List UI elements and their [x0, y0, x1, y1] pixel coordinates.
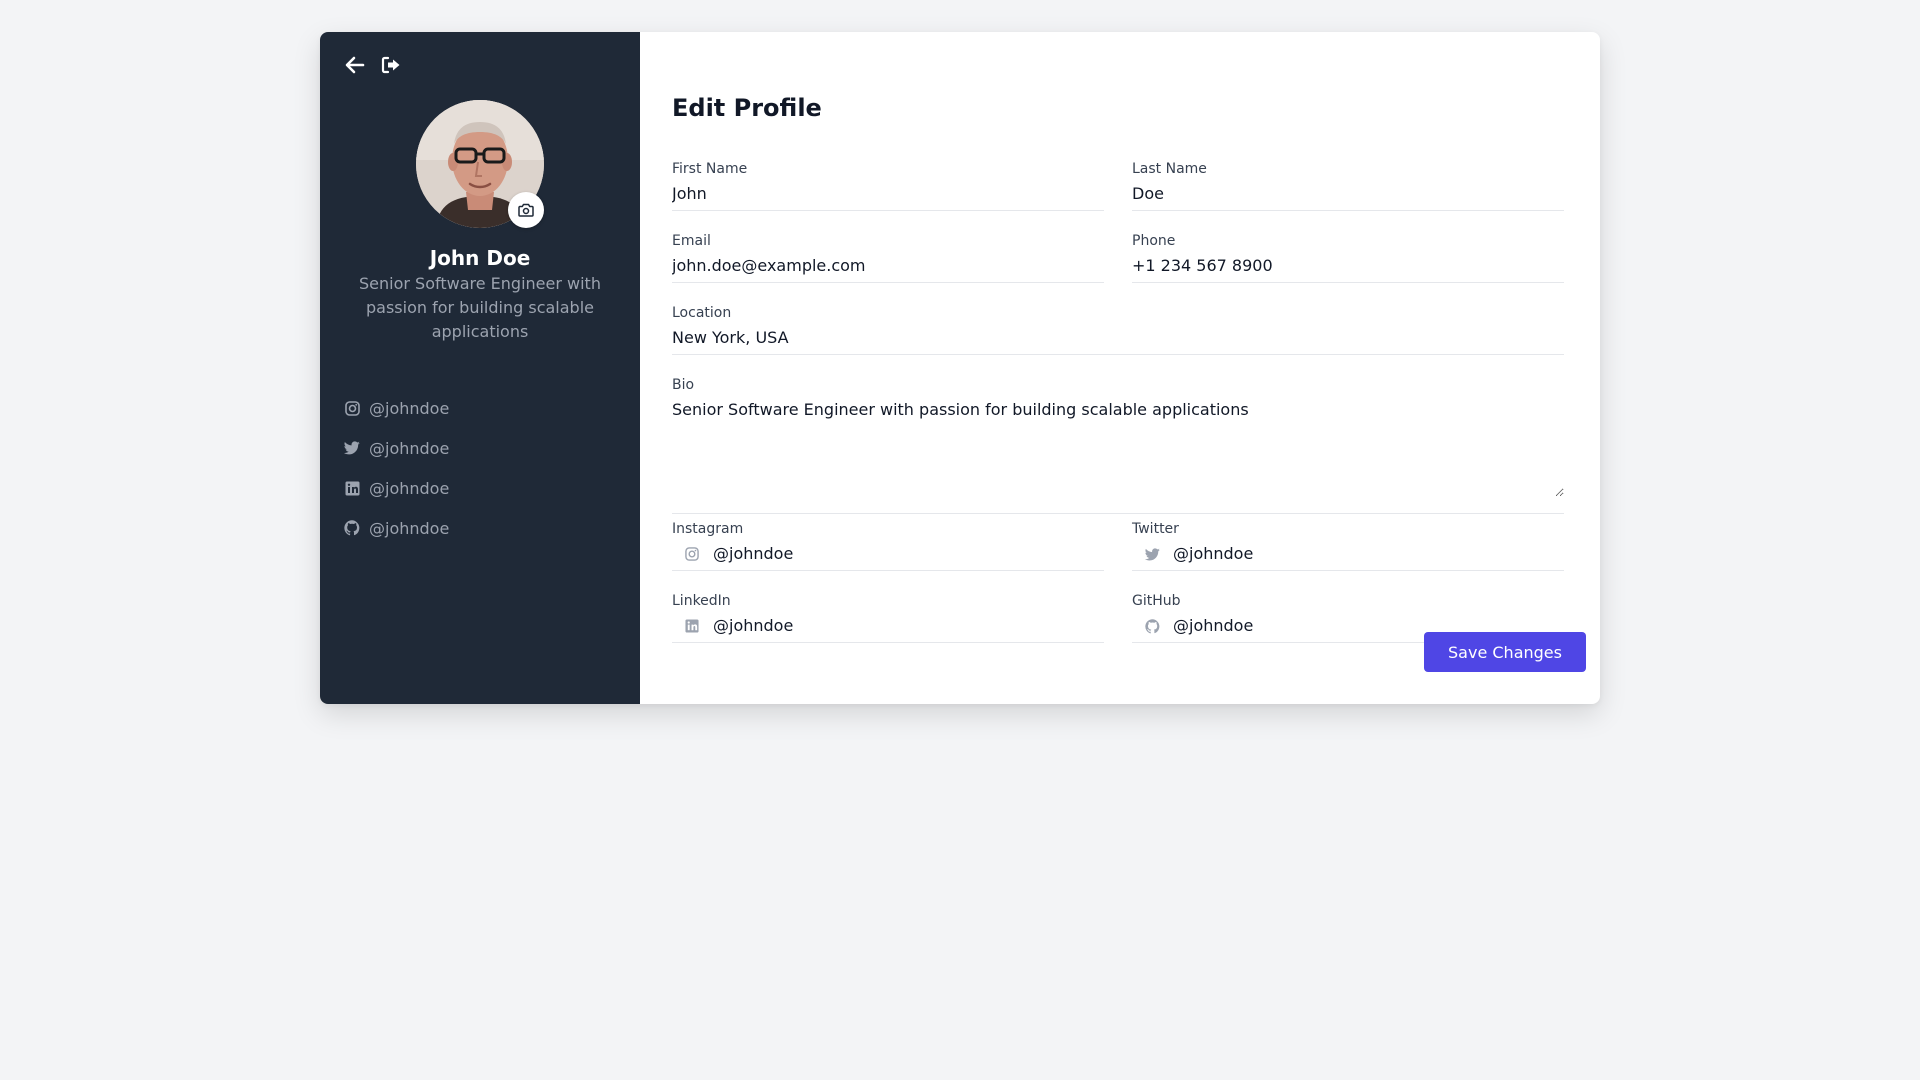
instagram-input-wrap [672, 543, 1104, 571]
twitter-input-wrap [1132, 543, 1564, 571]
email-input-wrap [672, 255, 1104, 283]
profile-bio: Senior Software Engineer with passion fo… [359, 274, 601, 341]
bio-textarea[interactable]: Senior Software Engineer with passion fo… [672, 399, 1564, 497]
camera-icon [518, 203, 534, 217]
edit-profile-form: Edit Profile First Name Last Name Email … [640, 32, 1600, 704]
location-input[interactable] [672, 327, 1564, 349]
twitter-field-group: Twitter [1132, 520, 1564, 571]
instagram-icon [344, 400, 360, 416]
linkedin-icon [344, 480, 360, 496]
github-label: GitHub [1132, 593, 1181, 609]
change-photo-button[interactable] [508, 192, 544, 228]
first-name-field-group: First Name [672, 160, 1104, 211]
bio-label: Bio [672, 377, 695, 393]
arrow-left-icon[interactable] [344, 54, 366, 76]
first-name-input-wrap [672, 183, 1104, 211]
avatar-container [416, 100, 544, 228]
sign-out-icon[interactable] [380, 54, 402, 76]
linkedin-label: LinkedIn [672, 593, 731, 609]
last-name-input-wrap [1132, 183, 1564, 211]
email-input[interactable] [672, 255, 1104, 277]
social-link-linkedin[interactable]: @johndoe [344, 478, 449, 498]
linkedin-icon [684, 615, 700, 637]
email-label: Email [672, 233, 711, 249]
instagram-icon [684, 543, 700, 565]
twitter-icon [1144, 543, 1160, 565]
last-name-field-group: Last Name [1132, 160, 1564, 211]
profile-sidebar: John Doe Senior Software Engineer with p… [320, 32, 640, 704]
phone-input[interactable] [1132, 255, 1564, 277]
social-link-instagram[interactable]: @johndoe [344, 398, 449, 418]
linkedin-field-group: LinkedIn [672, 592, 1104, 643]
profile-card: John Doe Senior Software Engineer with p… [320, 32, 1600, 704]
phone-label: Phone [1132, 233, 1176, 249]
instagram-field-group: Instagram [672, 520, 1104, 571]
bio-input-wrap: Senior Software Engineer with passion fo… [672, 399, 1564, 514]
twitter-input[interactable] [1173, 543, 1564, 565]
social-handle: @johndoe [369, 398, 450, 418]
social-handle: @johndoe [369, 478, 450, 498]
bio-field-group: Bio Senior Software Engineer with passio… [672, 376, 1564, 514]
save-changes-button[interactable]: Save Changes [1424, 632, 1586, 672]
instagram-input[interactable] [713, 543, 1104, 565]
phone-input-wrap [1132, 255, 1564, 283]
location-field-group: Location [672, 304, 1564, 355]
social-handle: @johndoe [369, 438, 450, 458]
linkedin-input-wrap [672, 615, 1104, 643]
first-name-input[interactable] [672, 183, 1104, 205]
github-icon [1144, 615, 1160, 637]
github-icon [344, 520, 360, 536]
last-name-input[interactable] [1132, 183, 1564, 205]
sidebar-toolbar [344, 54, 402, 76]
social-links: @johndoe @johndoe @johndoe @johndoe [344, 398, 449, 558]
social-link-github[interactable]: @johndoe [344, 518, 449, 538]
first-name-label: First Name [672, 161, 748, 177]
profile-name: John Doe [429, 246, 531, 270]
linkedin-input[interactable] [713, 615, 1104, 637]
location-label: Location [672, 305, 732, 321]
social-link-twitter[interactable]: @johndoe [344, 438, 449, 458]
social-handle: @johndoe [369, 518, 450, 538]
page-title: Edit Profile [672, 94, 822, 122]
email-field-group: Email [672, 232, 1104, 283]
twitter-label: Twitter [1132, 521, 1179, 537]
twitter-icon [344, 440, 360, 456]
location-input-wrap [672, 327, 1564, 355]
instagram-label: Instagram [672, 521, 744, 537]
phone-field-group: Phone [1132, 232, 1564, 283]
last-name-label: Last Name [1132, 161, 1207, 177]
